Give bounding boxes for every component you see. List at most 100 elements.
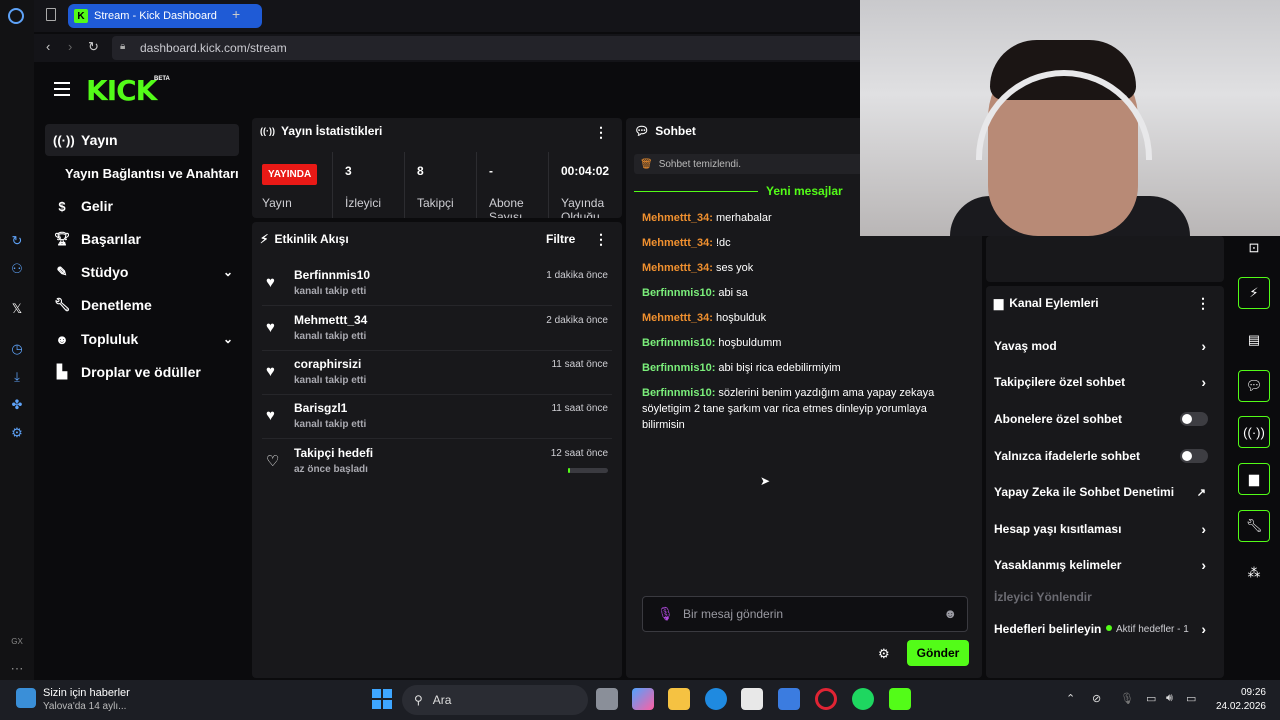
- taskbar-search[interactable]: ⚲ Ara: [402, 685, 588, 715]
- subscribers-only-toggle[interactable]: [1180, 412, 1208, 426]
- community-icon[interactable]: ⁂: [1238, 557, 1270, 589]
- kick-logo[interactable]: KICK: [86, 74, 157, 107]
- sidebar-item-basarilar[interactable]: 🏆︎ Başarılar: [45, 223, 239, 255]
- chat-message: Berfinnmis10: hoşbuldumm: [642, 335, 952, 351]
- sidebar-item-droplar[interactable]: ▙ Droplar ve ödüller: [45, 356, 239, 388]
- chat-username[interactable]: Mehmettt_34:: [642, 212, 713, 224]
- new-messages-divider: [634, 191, 758, 192]
- sidebar-item-gelir[interactable]: $ Gelir: [45, 190, 239, 222]
- channel-actions-icon[interactable]: ▆: [1238, 463, 1270, 495]
- chat-text: abi sa: [718, 287, 748, 299]
- more-icon[interactable]: ⋯: [8, 660, 26, 678]
- chevron-right-icon: ›: [1201, 338, 1206, 354]
- chat-settings-icon[interactable]: ⚙: [878, 646, 890, 662]
- news-widget-icon[interactable]: [16, 688, 36, 708]
- download-icon[interactable]: ⤓: [8, 368, 26, 386]
- emoji-icon[interactable]: ☻: [943, 606, 957, 621]
- setting-emotes-only: Yalnızca ifadelerle sohbet: [994, 441, 1216, 471]
- setting-ai-moderation[interactable]: Yapay Zeka ile Sohbet Denetimi ↗: [994, 477, 1216, 507]
- note-icon[interactable]: ▤: [1238, 324, 1270, 356]
- activity-item[interactable]: ♥ Berfinnmis10 kanalı takip etti 1 dakik…: [262, 266, 612, 306]
- news-title[interactable]: Sizin için haberler: [43, 687, 130, 699]
- forward-icon[interactable]: ›: [68, 39, 72, 54]
- activity-item[interactable]: ♡ Takipçi hedefi az önce başladı 12 saat…: [262, 444, 612, 484]
- sidebar-item-denetleme[interactable]: 🔧︎ Denetleme: [45, 289, 239, 321]
- opera-gx-icon[interactable]: [815, 688, 837, 710]
- reload-icon[interactable]: ↻: [88, 39, 99, 55]
- edge-icon[interactable]: [705, 688, 727, 710]
- kick-app-icon[interactable]: [889, 688, 911, 710]
- activity-item[interactable]: ♥ coraphirsizi kanalı takip etti 11 saat…: [262, 355, 612, 395]
- back-icon[interactable]: ‹: [46, 39, 50, 54]
- network-off-icon[interactable]: ⊘: [1092, 692, 1101, 705]
- activity-time: 1 dakika önce: [546, 270, 608, 281]
- mail-icon[interactable]: [778, 688, 800, 710]
- sidebar-item-studyo[interactable]: ✎ Stüdyo ⌄: [45, 256, 239, 288]
- activity-item[interactable]: ♥ Mehmettt_34 kanalı takip etti 2 dakika…: [262, 311, 612, 351]
- setting-subscribers-only: Abonelere özel sohbet: [994, 404, 1216, 434]
- sidebar-item-topluluk[interactable]: ☻ Topluluk ⌄: [45, 323, 239, 355]
- chat-username[interactable]: Berfinnmis10:: [642, 387, 715, 399]
- chat-username[interactable]: Mehmettt_34:: [642, 262, 713, 274]
- kebab-menu-icon[interactable]: ⋮: [594, 231, 608, 248]
- chat-username[interactable]: Berfinnmis10:: [642, 287, 715, 299]
- dollar-icon: $: [58, 198, 66, 214]
- windows-start-icon[interactable]: [372, 689, 392, 709]
- chat-username[interactable]: Berfinnmis10:: [642, 337, 715, 349]
- page-icon[interactable]: [46, 8, 56, 21]
- setting-raid: İzleyici Yönlendir: [994, 582, 1216, 612]
- chat-username[interactable]: Berfinnmis10:: [642, 362, 715, 374]
- file-explorer-icon[interactable]: [668, 688, 690, 710]
- screenshot-icon[interactable]: ⊡: [1238, 232, 1270, 264]
- setting-slow-mode[interactable]: Yavaş mod ›: [994, 331, 1216, 361]
- setting-label: Abonelere özel sohbet: [994, 412, 1123, 426]
- setting-label: Yasaklanmış kelimeler: [994, 558, 1122, 572]
- filter-button[interactable]: Filtre: [546, 232, 575, 246]
- emotes-only-toggle[interactable]: [1180, 449, 1208, 463]
- setting-banned-words[interactable]: Yasaklanmış kelimeler ›: [994, 550, 1216, 580]
- setting-followers-only[interactable]: Takipçilere özel sohbet ›: [994, 367, 1216, 397]
- extension-icon[interactable]: ⚇: [8, 260, 26, 278]
- tray-chevron-icon[interactable]: ⌃: [1066, 692, 1075, 705]
- stat-subscribers: - Abone Sayısı: [476, 152, 548, 218]
- activity-item[interactable]: ♥ Barisgzl1 kanalı takip etti 11 saat ön…: [262, 399, 612, 439]
- chat-username[interactable]: Mehmettt_34:: [642, 237, 713, 249]
- display-icon[interactable]: ▭: [1146, 692, 1156, 705]
- url-field[interactable]: 🔒︎ dashboard.kick.com/stream: [112, 36, 872, 60]
- hamburger-menu-icon[interactable]: [54, 82, 70, 96]
- battery-icon[interactable]: ▭: [1186, 692, 1196, 705]
- setting-label: İzleyici Yönlendir: [994, 590, 1092, 604]
- activity-time: 11 saat önce: [551, 403, 608, 414]
- chat-username[interactable]: Mehmettt_34:: [642, 312, 713, 324]
- refresh-icon[interactable]: ↻: [8, 232, 26, 250]
- puzzle-icon[interactable]: ✤: [8, 396, 26, 414]
- kebab-menu-icon[interactable]: ⋮: [1196, 295, 1210, 312]
- sidebar-item-yayin[interactable]: ((·)) Yayın: [45, 124, 239, 156]
- x-icon[interactable]: 𝕏: [8, 300, 26, 318]
- chat-bubble-icon[interactable]: 💬︎: [1238, 370, 1270, 402]
- spotify-icon[interactable]: [852, 688, 874, 710]
- setting-account-age[interactable]: Hesap yaşı kısıtlaması ›: [994, 514, 1216, 544]
- kebab-menu-icon[interactable]: ⋮: [594, 124, 608, 141]
- lightning-icon[interactable]: ⚡︎: [1238, 277, 1270, 309]
- history-icon[interactable]: ◷: [8, 340, 26, 358]
- copilot-icon[interactable]: [632, 688, 654, 710]
- volume-icon[interactable]: 🔊︎: [1166, 692, 1173, 705]
- sidebar-item-stream-key[interactable]: Yayın Bağlantısı ve Anahtarı: [45, 157, 255, 189]
- new-tab-button[interactable]: +: [232, 6, 240, 22]
- clock-time[interactable]: 09:26: [1210, 687, 1266, 698]
- chat-input[interactable]: 🎙︎ Bir mesaj gönderin ☻: [642, 596, 968, 632]
- url-text: dashboard.kick.com/stream: [140, 41, 287, 55]
- wrench-icon[interactable]: 🔧︎: [1238, 510, 1270, 542]
- panel-header: ((·)) Yayın İstatistikleri: [260, 124, 382, 138]
- broadcast-icon[interactable]: ((·)): [1238, 416, 1270, 448]
- settings-icon[interactable]: ⚙: [8, 424, 26, 442]
- task-view-icon[interactable]: [596, 688, 618, 710]
- broadcast-icon: ((·)): [53, 132, 75, 148]
- microphone-icon[interactable]: 🎙︎: [657, 606, 674, 622]
- opera-icon[interactable]: [8, 8, 24, 24]
- mic-icon[interactable]: 🎙︎: [1120, 692, 1134, 705]
- setting-goals[interactable]: Hedefleri belirleyin Aktif hedefler - 1 …: [994, 614, 1216, 644]
- store-icon[interactable]: [741, 688, 763, 710]
- send-button[interactable]: Gönder: [907, 640, 969, 666]
